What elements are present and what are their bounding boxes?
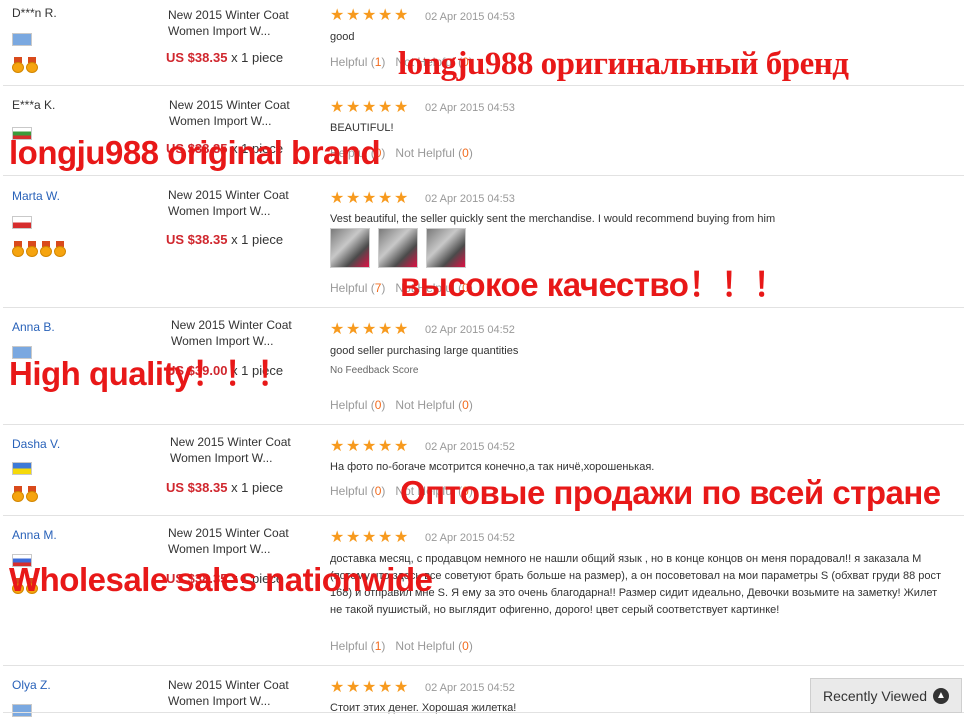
flag-icon: [12, 704, 32, 717]
helpful-votes: Helpful (0) Not Helpful (0): [330, 398, 473, 412]
product-name[interactable]: New 2015 Winter Coat Women Import W...: [171, 317, 292, 349]
flag-icon: [12, 462, 32, 475]
review-row: E***a K. New 2015 Winter Coat Women Impor…: [0, 86, 964, 176]
buyer-name[interactable]: Anna B.: [12, 320, 55, 334]
recently-viewed-label: Recently Viewed: [823, 687, 928, 704]
helpful-votes: Helpful (1) Not Helpful (0): [330, 639, 473, 653]
order-price: US $38.35 x 1 piece: [166, 480, 284, 495]
review-date: 02 Apr 2015 04:52: [425, 532, 515, 544]
not-helpful-button[interactable]: Not Helpful (0): [395, 639, 472, 653]
medal-icons: [12, 241, 66, 257]
helpful-votes: Helpful (0) Not Helpful (0): [330, 146, 473, 160]
product-name[interactable]: New 2015 Winter Coat Women Import W...: [169, 97, 290, 129]
review-row: D***n R. New 2015 Winter Coat Women Impor…: [0, 0, 964, 86]
review-row: Anna B. New 2015 Winter Coat Women Import…: [0, 308, 964, 425]
review-row: Dasha V. New 2015 Winter Coat Women Impor…: [0, 425, 964, 516]
review-date: 02 Apr 2015 04:52: [425, 441, 515, 453]
helpful-votes: Helpful (0) Not Helpful (0): [330, 484, 473, 498]
order-price: US $38.35 x 1 piece: [166, 141, 284, 156]
buyer-name[interactable]: Dasha V.: [12, 437, 60, 451]
buyer-name[interactable]: Olya Z.: [12, 678, 51, 692]
feedback-text: good: [330, 31, 355, 43]
flag-icon: [12, 346, 32, 359]
review-photos: [330, 228, 466, 268]
review-photo-thumbnail[interactable]: [330, 228, 370, 268]
feedback-text: BEAUTIFUL!: [330, 122, 394, 134]
helpful-votes: Helpful (1) Not Helpful (0): [330, 55, 473, 69]
review-photo-thumbnail[interactable]: [378, 228, 418, 268]
medal-icons: [12, 57, 38, 73]
no-feedback-score: No Feedback Score: [330, 365, 419, 376]
helpful-button[interactable]: Helpful (1): [330, 55, 385, 69]
not-helpful-button[interactable]: Not Helpful (0): [395, 55, 472, 69]
order-price: US $38.35 x 1 piece: [166, 571, 284, 586]
review-date: 02 Apr 2015 04:53: [425, 102, 515, 114]
helpful-button[interactable]: Helpful (0): [330, 484, 385, 498]
not-helpful-button[interactable]: Not Helpful (0): [395, 398, 472, 412]
product-name[interactable]: New 2015 Winter Coat Women Import W...: [168, 677, 289, 709]
flag-icon: [12, 33, 32, 46]
feedback-text: На фото по-богаче мсотрится конечно,а та…: [330, 461, 655, 473]
medal-icons: [12, 486, 38, 502]
product-name[interactable]: New 2015 Winter Coat Women Import W...: [168, 187, 289, 219]
star-rating: ★ ★ ★ ★ ★: [330, 529, 409, 546]
not-helpful-button[interactable]: Not Helpful (0): [395, 281, 472, 295]
star-rating: ★ ★ ★ ★ ★: [330, 7, 409, 24]
buyer-name[interactable]: Marta W.: [12, 189, 60, 203]
star-rating: ★ ★ ★ ★ ★: [330, 99, 409, 116]
review-row: Marta W. New 2015 Winter Coat Women Impor…: [0, 176, 964, 308]
order-price: US $39.00 x 1 piece: [166, 363, 284, 378]
review-date: 02 Apr 2015 04:53: [425, 11, 515, 23]
buyer-name: E***a K.: [12, 98, 56, 112]
buyer-name[interactable]: Anna M.: [12, 528, 57, 542]
product-name[interactable]: New 2015 Winter Coat Women Import W...: [170, 434, 291, 466]
flag-icon: [12, 554, 32, 567]
product-name[interactable]: New 2015 Winter Coat Women Import W...: [168, 7, 289, 39]
helpful-button[interactable]: Helpful (0): [330, 146, 385, 160]
chevron-up-icon: ▲: [933, 688, 949, 704]
star-rating: ★ ★ ★ ★ ★: [330, 321, 409, 338]
feedback-text: Vest beautiful, the seller quickly sent …: [330, 213, 776, 225]
helpful-button[interactable]: Helpful (0): [330, 398, 385, 412]
helpful-votes: Helpful (7) Not Helpful (0): [330, 281, 473, 295]
review-date: 02 Apr 2015 04:52: [425, 324, 515, 336]
helpful-button[interactable]: Helpful (1): [330, 639, 385, 653]
flag-icon: [12, 127, 32, 140]
medal-icons: [12, 578, 38, 594]
feedback-text: good seller purchasing large quantities: [330, 345, 519, 357]
review-date: 02 Apr 2015 04:53: [425, 193, 515, 205]
review-date: 02 Apr 2015 04:52: [425, 682, 515, 694]
buyer-name: D***n R.: [12, 6, 57, 20]
helpful-button[interactable]: Helpful (7): [330, 281, 385, 295]
not-helpful-button[interactable]: Not Helpful (0): [395, 146, 472, 160]
order-price: US $38.35 x 1 piece: [166, 232, 284, 247]
feedback-text: доставка месяц, с продавцом немного не н…: [330, 553, 942, 616]
not-helpful-button[interactable]: Not Helpful (0): [395, 484, 472, 498]
review-row: Anna M. New 2015 Winter Coat Women Import…: [0, 516, 964, 666]
star-rating: ★ ★ ★ ★ ★: [330, 438, 409, 455]
star-rating: ★ ★ ★ ★ ★: [330, 190, 409, 207]
recently-viewed-button[interactable]: Recently Viewed ▲: [810, 678, 962, 713]
review-photo-thumbnail[interactable]: [426, 228, 466, 268]
order-price: US $38.35 x 1 piece: [166, 50, 284, 65]
star-rating: ★ ★ ★ ★ ★: [330, 679, 409, 696]
flag-icon: [12, 216, 32, 229]
product-name[interactable]: New 2015 Winter Coat Women Import W...: [168, 525, 289, 557]
